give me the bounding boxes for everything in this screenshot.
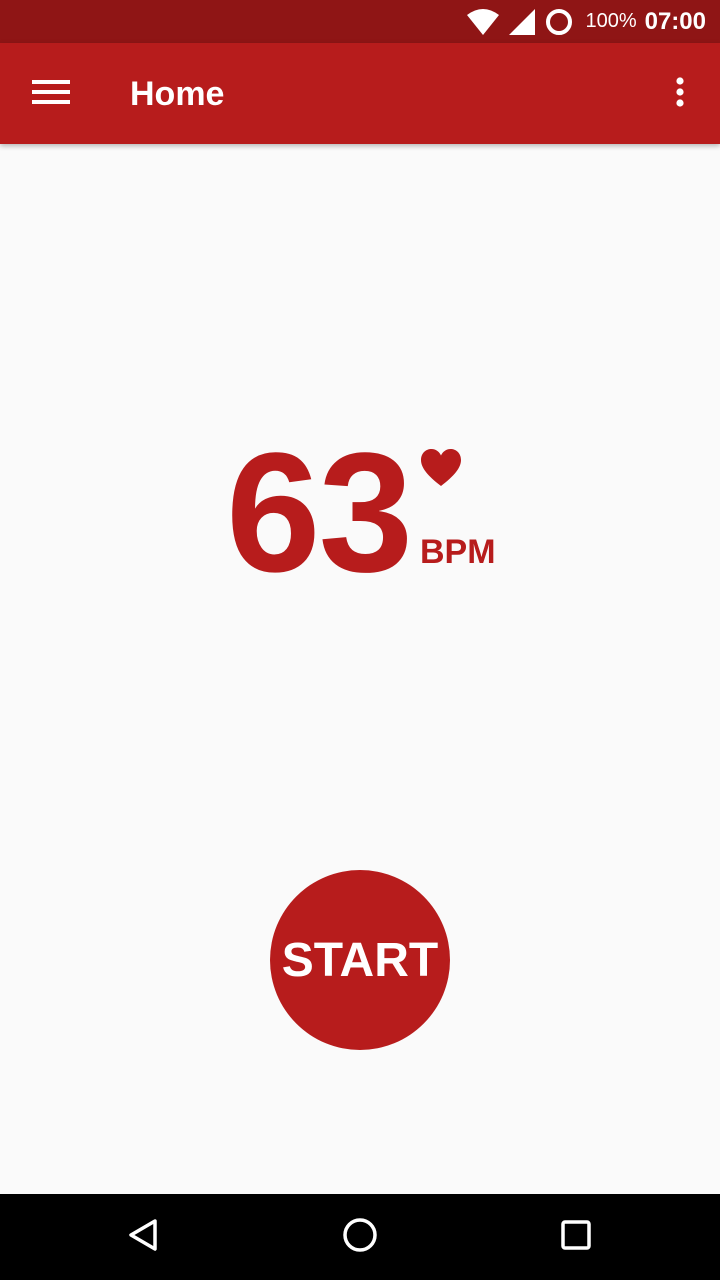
app-bar: Home [0,43,720,144]
back-button[interactable] [118,1212,168,1262]
home-button[interactable] [335,1212,385,1262]
menu-button[interactable] [20,69,82,119]
page-title: Home [130,75,225,113]
menu-icon [32,78,70,111]
recents-icon [560,1219,592,1256]
cellular-signal-icon [509,8,536,35]
battery-percent: 100% [585,10,637,32]
back-icon [127,1218,159,1257]
home-icon [342,1217,378,1258]
status-icons: 100% 07:00 [467,0,706,43]
battery-icon [545,8,573,36]
overflow-menu-button[interactable] [660,69,700,119]
navigation-bar [0,1194,720,1280]
heart-rate-unit: BPM [420,533,496,571]
heart-rate-value: 63 [226,418,413,608]
status-bar: 100% 07:00 [0,0,720,43]
heart-icon [420,448,462,488]
recents-button[interactable] [551,1212,601,1262]
wifi-icon [467,8,500,35]
overflow-menu-icon [675,76,685,112]
start-button[interactable]: START [270,870,450,1050]
status-clock: 07:00 [644,7,706,35]
screen: 100% 07:00 Home 63 BPM START [0,0,720,1280]
